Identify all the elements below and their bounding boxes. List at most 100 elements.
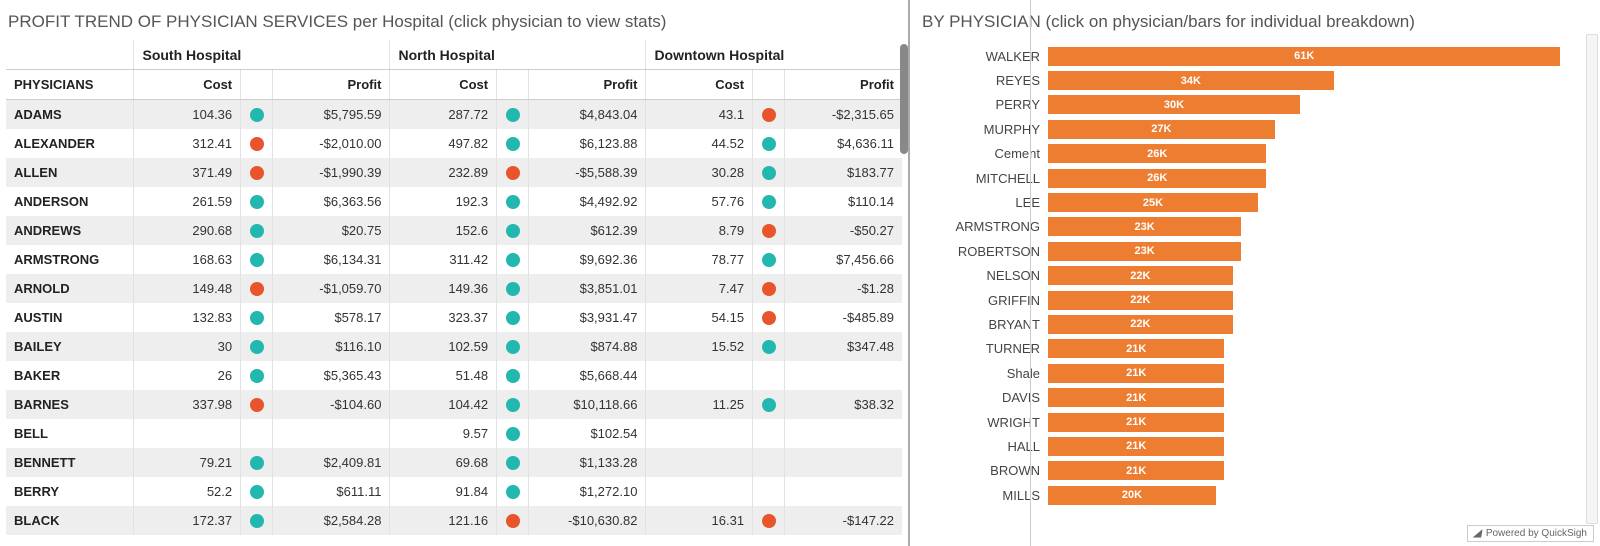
negative-indicator-icon: [762, 224, 776, 238]
bar-value: 21K: [1126, 416, 1146, 428]
col-cost[interactable]: Cost: [646, 70, 753, 100]
bar[interactable]: 20K: [1048, 486, 1216, 505]
table-row[interactable]: ADAMS104.36$5,795.59287.72$4,843.0443.1-…: [6, 100, 902, 130]
bar[interactable]: 22K: [1048, 315, 1233, 334]
bar-row[interactable]: WRIGHT21K: [920, 410, 1594, 434]
chart-scrollbar[interactable]: [1586, 34, 1598, 524]
bar[interactable]: 23K: [1048, 217, 1241, 236]
bar[interactable]: 23K: [1048, 242, 1241, 261]
bar-value: 23K: [1135, 245, 1155, 257]
positive-indicator-icon: [506, 456, 520, 470]
table-scrollbar[interactable]: [900, 44, 908, 154]
bar-value: 26K: [1147, 148, 1167, 160]
bar-row[interactable]: HALL21K: [920, 434, 1594, 458]
bar[interactable]: 30K: [1048, 95, 1300, 114]
table-row[interactable]: ARNOLD149.48-$1,059.70149.36$3,851.017.4…: [6, 274, 902, 303]
bar-label: MITCHELL: [920, 171, 1048, 186]
col-profit[interactable]: Profit: [529, 70, 646, 100]
bar-row[interactable]: TURNER 21K: [920, 337, 1594, 361]
hospital-header[interactable]: North Hospital: [390, 40, 646, 70]
positive-indicator-icon: [762, 253, 776, 267]
bar-value: 25K: [1143, 197, 1163, 209]
table-row[interactable]: BENNETT79.21$2,409.8169.68$1,133.28: [6, 448, 902, 477]
bar[interactable]: 21K: [1048, 461, 1224, 480]
bar-row[interactable]: BROWN 21K: [920, 459, 1594, 483]
bar-value: 26K: [1147, 172, 1167, 184]
bar-label: MILLS: [920, 488, 1048, 503]
bar-row[interactable]: NELSON22K: [920, 264, 1594, 288]
negative-indicator-icon: [250, 166, 264, 180]
bar-value: 22K: [1130, 318, 1150, 330]
powered-by-badge: ◢ Powered by QuickSigh: [1467, 525, 1594, 542]
bar-row[interactable]: PERRY30K: [920, 93, 1594, 117]
positive-indicator-icon: [250, 485, 264, 499]
col-profit[interactable]: Profit: [785, 70, 902, 100]
negative-indicator-icon: [250, 137, 264, 151]
positive-indicator-icon: [506, 195, 520, 209]
chart-axis: [1030, 0, 1031, 546]
bar-label: LEE: [920, 195, 1048, 210]
bar[interactable]: 21K: [1048, 364, 1224, 383]
bar[interactable]: 34K: [1048, 71, 1334, 90]
profit-trend-panel: PROFIT TREND OF PHYSICIAN SERVICES per H…: [0, 0, 910, 546]
bar-label: TURNER: [920, 341, 1048, 356]
table-row[interactable]: BAILEY30$116.10102.59$874.8815.52$347.48: [6, 332, 902, 361]
table-row[interactable]: BLACK172.37$2,584.28121.16-$10,630.8216.…: [6, 506, 902, 535]
bar[interactable]: 21K: [1048, 437, 1224, 456]
bar-row[interactable]: WALKER61K: [920, 44, 1594, 68]
bar-row[interactable]: LEE 25K: [920, 190, 1594, 214]
table-row[interactable]: BARNES337.98-$104.60104.42$10,118.6611.2…: [6, 390, 902, 419]
bar[interactable]: 22K: [1048, 291, 1233, 310]
bar[interactable]: 21K: [1048, 413, 1224, 432]
bar-row[interactable]: Cement26K: [920, 142, 1594, 166]
col-cost[interactable]: Cost: [134, 70, 241, 100]
bar-row[interactable]: MURPHY27K: [920, 117, 1594, 141]
bar-row[interactable]: GRIFFIN22K: [920, 288, 1594, 312]
bar-row[interactable]: MILLS20K: [920, 483, 1594, 507]
hospital-header[interactable]: South Hospital: [134, 40, 390, 70]
bar-row[interactable]: ROBERTSON23K: [920, 239, 1594, 263]
positive-indicator-icon: [506, 340, 520, 354]
bar-row[interactable]: BRYANT22K: [920, 312, 1594, 336]
bar[interactable]: 27K: [1048, 120, 1275, 139]
table-row[interactable]: BERRY52.2$611.1191.84$1,272.10: [6, 477, 902, 506]
table-row[interactable]: AUSTIN132.83$578.17323.37$3,931.4754.15-…: [6, 303, 902, 332]
bar[interactable]: 22K: [1048, 266, 1233, 285]
bar-value: 21K: [1126, 465, 1146, 477]
bar-row[interactable]: MITCHELL 26K: [920, 166, 1594, 190]
bar[interactable]: 26K: [1048, 144, 1266, 163]
physician-bar-chart[interactable]: WALKER61KREYES34KPERRY30KMURPHY27KCement…: [920, 40, 1594, 507]
bar-row[interactable]: DAVIS21K: [920, 385, 1594, 409]
bar[interactable]: 21K: [1048, 339, 1224, 358]
physician-table[interactable]: South Hospital North Hospital Downtown H…: [6, 40, 902, 535]
bar-row[interactable]: REYES34K: [920, 68, 1594, 92]
table-row[interactable]: ANDERSON261.59$6,363.56192.3$4,492.9257.…: [6, 187, 902, 216]
table-row[interactable]: ALLEN371.49-$1,990.39232.89-$5,588.3930.…: [6, 158, 902, 187]
positive-indicator-icon: [250, 253, 264, 267]
positive-indicator-icon: [762, 166, 776, 180]
positive-indicator-icon: [762, 195, 776, 209]
positive-indicator-icon: [250, 224, 264, 238]
col-physicians[interactable]: PHYSICIANS: [6, 70, 134, 100]
bar-label: GRIFFIN: [920, 293, 1048, 308]
table-row[interactable]: BELL9.57$102.54: [6, 419, 902, 448]
bar[interactable]: 21K: [1048, 388, 1224, 407]
table-row[interactable]: ARMSTRONG168.63$6,134.31311.42$9,692.367…: [6, 245, 902, 274]
table-row[interactable]: ALEXANDER312.41-$2,010.00497.82$6,123.88…: [6, 129, 902, 158]
bar-value: 21K: [1126, 343, 1146, 355]
positive-indicator-icon: [506, 311, 520, 325]
table-row[interactable]: BAKER26$5,365.4351.48$5,668.44: [6, 361, 902, 390]
bar-value: 30K: [1164, 99, 1184, 111]
bar[interactable]: 25K: [1048, 193, 1258, 212]
bar-row[interactable]: Shale21K: [920, 361, 1594, 385]
bar[interactable]: 61K: [1048, 47, 1560, 66]
col-profit[interactable]: Profit: [273, 70, 390, 100]
bar-row[interactable]: ARMSTRONG23K: [920, 215, 1594, 239]
positive-indicator-icon: [506, 253, 520, 267]
col-cost[interactable]: Cost: [390, 70, 497, 100]
bar[interactable]: 26K: [1048, 169, 1266, 188]
table-row[interactable]: ANDREWS290.68$20.75152.6$612.398.79-$50.…: [6, 216, 902, 245]
quicksight-icon: ◢: [1473, 528, 1483, 539]
bar-label: BROWN: [920, 463, 1048, 478]
hospital-header[interactable]: Downtown Hospital: [646, 40, 902, 70]
